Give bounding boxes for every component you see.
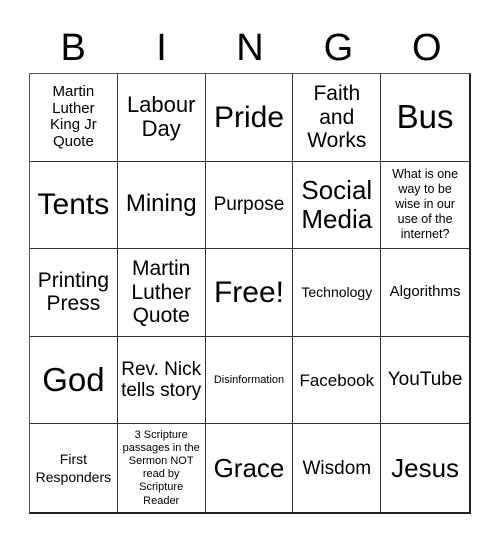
header-letter-n: N bbox=[236, 27, 264, 69]
bingo-cell[interactable]: Rev. Nick tells story bbox=[117, 336, 206, 425]
bingo-cell[interactable]: Disinformation bbox=[205, 336, 294, 425]
bingo-cell[interactable]: Martin Luther King Jr Quote bbox=[30, 74, 118, 162]
bingo-cell[interactable]: Free! bbox=[205, 249, 294, 337]
header-letter-b: B bbox=[60, 27, 86, 69]
header-letter-o: O bbox=[411, 27, 442, 69]
bingo-cell[interactable]: Pride bbox=[205, 74, 294, 162]
bingo-cell[interactable]: Martin Luther Quote bbox=[117, 249, 206, 337]
bingo-cell[interactable]: Social Media bbox=[293, 161, 382, 250]
bingo-cell[interactable]: What is one way to be wise in our use of… bbox=[381, 162, 469, 250]
cell-text: Purpose bbox=[213, 194, 285, 216]
cell-text: What is one way to be wise in our use of… bbox=[392, 167, 459, 242]
bingo-cell[interactable]: Wisdom bbox=[293, 424, 382, 512]
header-letter-i: I bbox=[156, 27, 167, 69]
bingo-cell[interactable]: YouTube bbox=[381, 337, 469, 425]
bingo-cell[interactable]: Technology bbox=[293, 249, 382, 337]
cell-text: Mining bbox=[125, 190, 197, 218]
cell-text: Labour Day bbox=[126, 91, 196, 142]
cell-text: Facebook bbox=[299, 370, 375, 390]
bingo-cell[interactable]: Purpose bbox=[205, 161, 294, 250]
cell-text: 3 Scripture passages in the Sermon NOT r… bbox=[122, 428, 200, 507]
bingo-cell[interactable]: God bbox=[30, 336, 118, 425]
bingo-cell[interactable]: Printing Press bbox=[30, 249, 118, 337]
cell-text: Jesus bbox=[391, 452, 460, 483]
cell-text: Martin Luther King Jr Quote bbox=[50, 82, 97, 151]
bingo-cell[interactable]: First Responders bbox=[30, 424, 118, 512]
bingo-cell[interactable]: Algorithms bbox=[381, 249, 469, 337]
bingo-cell[interactable]: 3 Scripture passages in the Sermon NOT r… bbox=[118, 424, 206, 512]
bingo-cell[interactable]: Faith and Works bbox=[293, 74, 382, 162]
header-letter-g: G bbox=[323, 27, 354, 69]
bingo-cell[interactable]: Bus bbox=[381, 74, 469, 162]
cell-text: Tents bbox=[37, 188, 110, 222]
cell-text: Social Media bbox=[301, 174, 373, 234]
bingo-cell[interactable]: Tents bbox=[30, 161, 118, 250]
cell-text: Disinformation bbox=[213, 373, 285, 386]
cell-text: Rev. Nick tells story bbox=[121, 358, 202, 402]
cell-text: Technology bbox=[301, 283, 373, 300]
cell-text: Algorithms bbox=[389, 283, 461, 301]
bingo-card-grid: Martin Luther King Jr Quote Labour Day P… bbox=[29, 73, 471, 514]
cell-text: God bbox=[42, 360, 105, 398]
bingo-cell[interactable]: Grace bbox=[206, 424, 294, 512]
bingo-cell[interactable]: Facebook bbox=[293, 336, 382, 425]
cell-text: First Responders bbox=[35, 451, 112, 486]
cell-text: Pride bbox=[213, 100, 285, 134]
cell-text: Martin Luther Quote bbox=[131, 257, 191, 328]
bingo-cell[interactable]: Mining bbox=[117, 161, 206, 250]
bingo-cell[interactable]: Jesus bbox=[381, 424, 469, 512]
bingo-header: B I N G O bbox=[29, 24, 471, 72]
cell-text: Bus bbox=[396, 97, 454, 135]
cell-text: Faith and Works bbox=[307, 82, 367, 153]
cell-text: Free! bbox=[213, 275, 284, 309]
cell-text: Wisdom bbox=[302, 457, 372, 479]
cell-text: Printing Press bbox=[37, 268, 109, 316]
bingo-cell[interactable]: Labour Day bbox=[117, 74, 206, 162]
cell-text: Grace bbox=[213, 452, 285, 483]
cell-text: YouTube bbox=[387, 369, 463, 391]
